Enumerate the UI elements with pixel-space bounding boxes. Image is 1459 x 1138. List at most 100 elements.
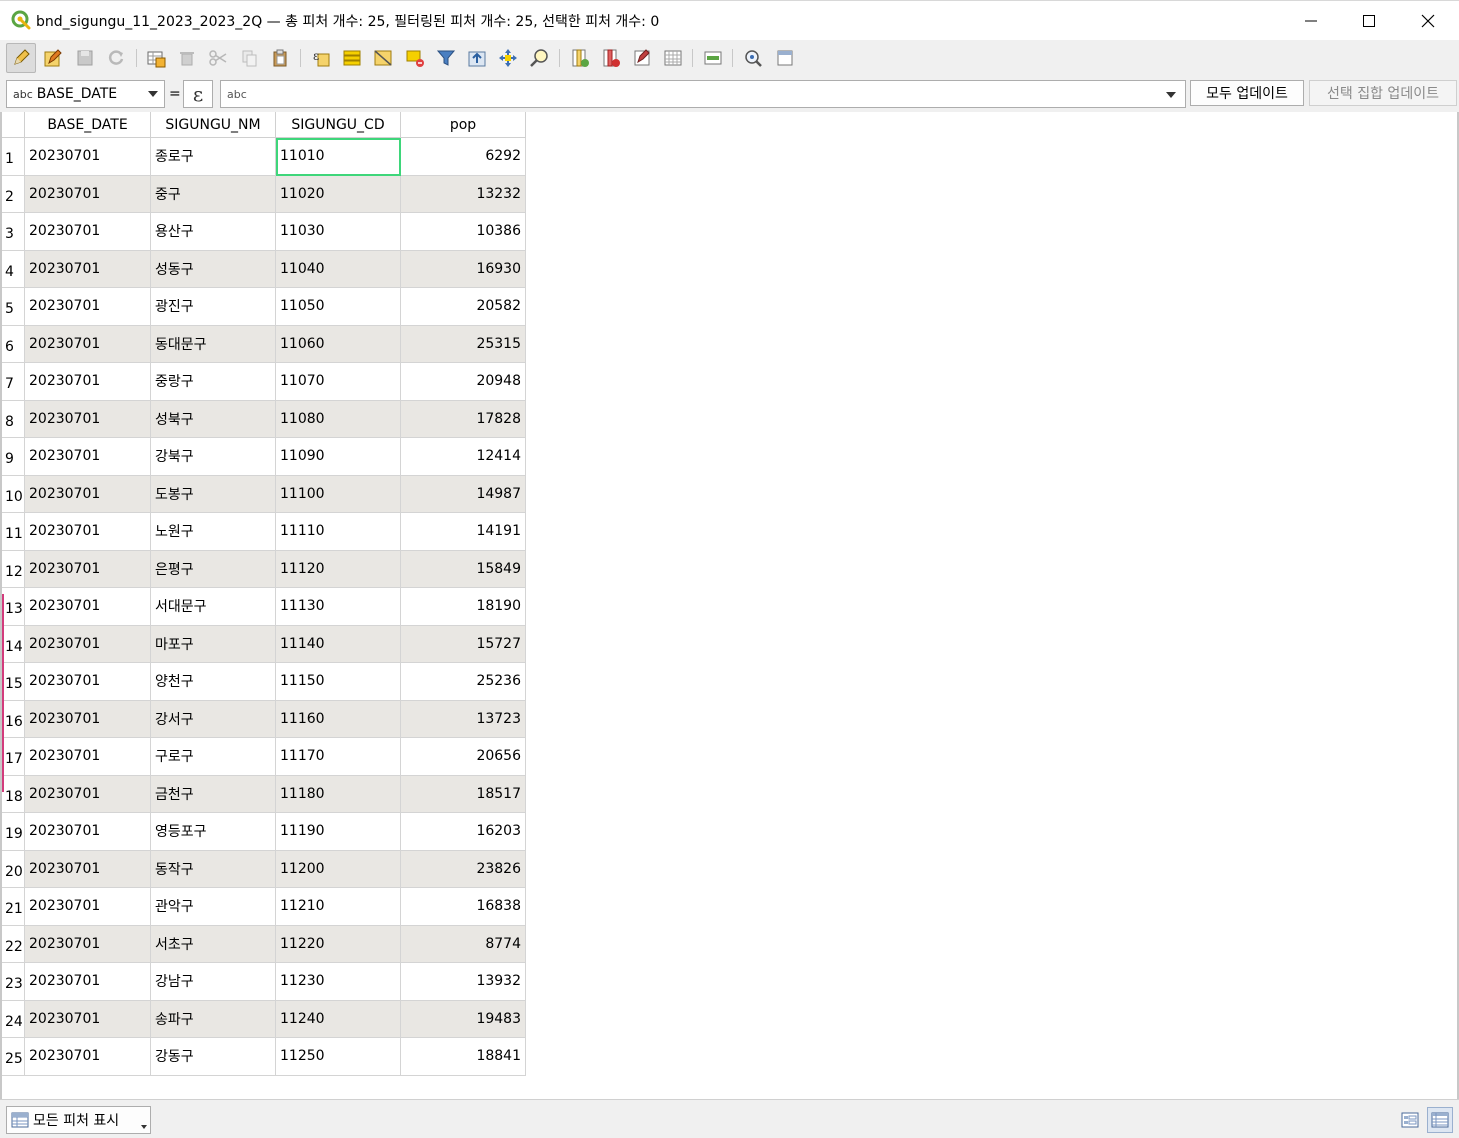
row-header[interactable]: 1 bbox=[2, 138, 25, 176]
cell-base-date[interactable]: 20230701 bbox=[25, 175, 151, 213]
show-all-features-button[interactable]: 모든 피처 표시 bbox=[6, 1106, 151, 1134]
row-header[interactable]: 15 bbox=[2, 663, 25, 701]
update-all-button[interactable]: 모두 업데이트 bbox=[1190, 80, 1304, 106]
table-row[interactable]: 21 20230701 관악구 11210 16838 bbox=[2, 888, 526, 926]
cell-base-date[interactable]: 20230701 bbox=[25, 775, 151, 813]
cell-pop[interactable]: 20582 bbox=[401, 288, 526, 326]
column-header-sigungu-cd[interactable]: SIGUNGU_CD bbox=[276, 112, 401, 138]
cell-sigungu-nm[interactable]: 서대문구 bbox=[151, 588, 276, 626]
cell-base-date[interactable]: 20230701 bbox=[25, 400, 151, 438]
row-header[interactable]: 23 bbox=[2, 963, 25, 1001]
cell-sigungu-cd[interactable]: 11120 bbox=[276, 550, 401, 588]
cell-base-date[interactable]: 20230701 bbox=[25, 325, 151, 363]
table-row[interactable]: 7 20230701 중랑구 11070 20948 bbox=[2, 363, 526, 401]
cell-sigungu-nm[interactable]: 양천구 bbox=[151, 663, 276, 701]
cell-base-date[interactable]: 20230701 bbox=[25, 438, 151, 476]
table-row[interactable]: 1 20230701 종로구 11010 6292 bbox=[2, 138, 526, 176]
column-header-pop[interactable]: pop bbox=[401, 112, 526, 138]
cell-sigungu-cd[interactable]: 11240 bbox=[276, 1000, 401, 1038]
cell-pop[interactable]: 19483 bbox=[401, 1000, 526, 1038]
conditional-formatting-button[interactable] bbox=[698, 43, 728, 73]
cell-sigungu-cd[interactable]: 11170 bbox=[276, 738, 401, 776]
row-header[interactable]: 4 bbox=[2, 250, 25, 288]
actions-button[interactable] bbox=[738, 43, 768, 73]
row-header[interactable]: 2 bbox=[2, 175, 25, 213]
cell-sigungu-nm[interactable]: 성북구 bbox=[151, 400, 276, 438]
row-header[interactable]: 14 bbox=[2, 625, 25, 663]
cell-sigungu-cd[interactable]: 11250 bbox=[276, 1038, 401, 1076]
row-header[interactable]: 20 bbox=[2, 850, 25, 888]
table-row[interactable]: 15 20230701 양천구 11150 25236 bbox=[2, 663, 526, 701]
toggle-multi-edit-button[interactable] bbox=[627, 43, 657, 73]
cell-sigungu-nm[interactable]: 동대문구 bbox=[151, 325, 276, 363]
row-header[interactable]: 11 bbox=[2, 513, 25, 551]
table-row[interactable]: 11 20230701 노원구 11110 14191 bbox=[2, 513, 526, 551]
cell-sigungu-cd[interactable]: 11210 bbox=[276, 888, 401, 926]
cell-base-date[interactable]: 20230701 bbox=[25, 1038, 151, 1076]
row-header[interactable]: 13 bbox=[2, 588, 25, 626]
cell-base-date[interactable]: 20230701 bbox=[25, 513, 151, 551]
cell-pop[interactable]: 18190 bbox=[401, 588, 526, 626]
table-row[interactable]: 25 20230701 강동구 11250 18841 bbox=[2, 1038, 526, 1076]
row-header[interactable]: 5 bbox=[2, 288, 25, 326]
row-header[interactable]: 10 bbox=[2, 475, 25, 513]
cell-sigungu-nm[interactable]: 서초구 bbox=[151, 925, 276, 963]
row-header[interactable]: 17 bbox=[2, 738, 25, 776]
cell-sigungu-cd[interactable]: 11110 bbox=[276, 513, 401, 551]
cell-pop[interactable]: 14987 bbox=[401, 475, 526, 513]
cell-sigungu-nm[interactable]: 금천구 bbox=[151, 775, 276, 813]
cell-sigungu-cd[interactable]: 11080 bbox=[276, 400, 401, 438]
table-view-button[interactable] bbox=[1427, 1107, 1453, 1133]
table-row[interactable]: 6 20230701 동대문구 11060 25315 bbox=[2, 325, 526, 363]
cell-pop[interactable]: 17828 bbox=[401, 400, 526, 438]
field-calculator-button[interactable] bbox=[658, 43, 688, 73]
toggle-editing-button[interactable] bbox=[6, 43, 36, 73]
cell-sigungu-nm[interactable]: 중랑구 bbox=[151, 363, 276, 401]
column-header-sigungu-nm[interactable]: SIGUNGU_NM bbox=[151, 112, 276, 138]
attribute-table[interactable]: BASE_DATE SIGUNGU_NM SIGUNGU_CD pop 1 202… bbox=[0, 112, 1459, 1099]
cell-base-date[interactable]: 20230701 bbox=[25, 625, 151, 663]
row-header[interactable]: 3 bbox=[2, 213, 25, 251]
cell-sigungu-cd[interactable]: 11220 bbox=[276, 925, 401, 963]
cell-sigungu-nm[interactable]: 관악구 bbox=[151, 888, 276, 926]
cell-sigungu-nm[interactable]: 강서구 bbox=[151, 700, 276, 738]
cell-sigungu-nm[interactable]: 광진구 bbox=[151, 288, 276, 326]
row-header[interactable]: 6 bbox=[2, 325, 25, 363]
cell-pop[interactable]: 15849 bbox=[401, 550, 526, 588]
cell-base-date[interactable]: 20230701 bbox=[25, 475, 151, 513]
row-header[interactable]: 21 bbox=[2, 888, 25, 926]
cell-sigungu-nm[interactable]: 용산구 bbox=[151, 213, 276, 251]
cell-sigungu-cd[interactable]: 11060 bbox=[276, 325, 401, 363]
cell-pop[interactable]: 16838 bbox=[401, 888, 526, 926]
row-header[interactable]: 12 bbox=[2, 550, 25, 588]
column-header-base-date[interactable]: BASE_DATE bbox=[25, 112, 151, 138]
cell-pop[interactable]: 12414 bbox=[401, 438, 526, 476]
cell-base-date[interactable]: 20230701 bbox=[25, 663, 151, 701]
table-row[interactable]: 23 20230701 강남구 11230 13932 bbox=[2, 963, 526, 1001]
cell-pop[interactable]: 14191 bbox=[401, 513, 526, 551]
cell-sigungu-cd[interactable]: 11070 bbox=[276, 363, 401, 401]
cell-sigungu-cd[interactable]: 11030 bbox=[276, 213, 401, 251]
cell-sigungu-cd[interactable]: 11100 bbox=[276, 475, 401, 513]
copy-button[interactable] bbox=[234, 43, 264, 73]
cell-pop[interactable]: 8774 bbox=[401, 925, 526, 963]
cell-pop[interactable]: 18841 bbox=[401, 1038, 526, 1076]
cell-pop[interactable]: 6292 bbox=[401, 138, 526, 176]
cell-base-date[interactable]: 20230701 bbox=[25, 963, 151, 1001]
expression-builder-button[interactable]: ε bbox=[183, 80, 213, 108]
cell-sigungu-cd[interactable]: 11200 bbox=[276, 850, 401, 888]
cell-pop[interactable]: 15727 bbox=[401, 625, 526, 663]
cell-pop[interactable]: 13232 bbox=[401, 175, 526, 213]
cell-sigungu-cd[interactable]: 11040 bbox=[276, 250, 401, 288]
cell-sigungu-cd[interactable]: 11050 bbox=[276, 288, 401, 326]
add-feature-button[interactable] bbox=[141, 43, 171, 73]
deselect-all-button[interactable] bbox=[400, 43, 430, 73]
row-header[interactable]: 22 bbox=[2, 925, 25, 963]
move-selection-to-top-button[interactable] bbox=[462, 43, 492, 73]
cell-sigungu-cd[interactable]: 11190 bbox=[276, 813, 401, 851]
table-row[interactable]: 4 20230701 성동구 11040 16930 bbox=[2, 250, 526, 288]
cell-base-date[interactable]: 20230701 bbox=[25, 813, 151, 851]
table-corner[interactable] bbox=[2, 112, 25, 138]
filter-button[interactable] bbox=[431, 43, 461, 73]
cell-base-date[interactable]: 20230701 bbox=[25, 888, 151, 926]
